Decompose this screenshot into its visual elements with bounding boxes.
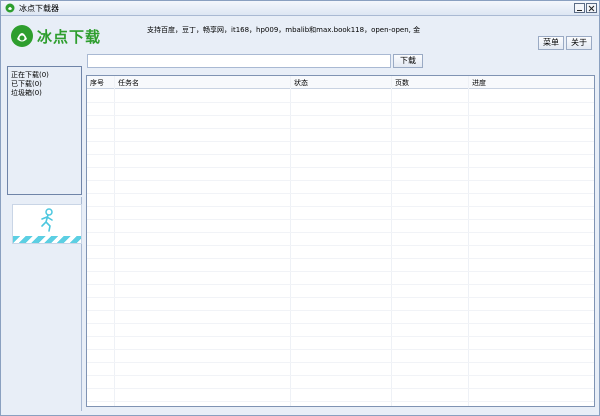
col-header-progress[interactable]: 进度 — [472, 78, 486, 88]
category-list: 正在下载(0) 已下载(0) 垃圾箱(0) — [7, 66, 82, 195]
logo-text: 冰点下载 — [37, 28, 102, 46]
table-row — [87, 232, 594, 233]
minimize-button[interactable] — [574, 3, 585, 13]
download-animation — [12, 204, 82, 244]
support-sites-text: 支持百度，豆丁，畅享网，it168，hp009，mbalib和max.book1… — [147, 26, 421, 34]
table-row — [87, 284, 594, 285]
col-header-pages[interactable]: 页数 — [395, 78, 409, 88]
close-button[interactable] — [586, 3, 597, 13]
table-row — [87, 310, 594, 311]
col-header-status[interactable]: 状态 — [294, 78, 308, 88]
progress-stripe — [13, 236, 81, 243]
app-logo-icon — [5, 3, 15, 13]
column-divider — [468, 76, 469, 406]
window-title: 冰点下载器 — [19, 4, 59, 13]
table-row — [87, 297, 594, 298]
table-row — [87, 115, 594, 116]
runner-icon — [41, 208, 53, 232]
logo-icon — [11, 25, 33, 47]
app-window: 冰点下载器 冰点下载 支持百度，豆丁，畅享网，it168，hp009，mbali… — [0, 0, 600, 416]
table-row — [87, 206, 594, 207]
column-divider — [290, 76, 291, 406]
left-lower-panel — [7, 197, 82, 411]
table-row — [87, 362, 594, 363]
table-row — [87, 323, 594, 324]
col-header-task-name[interactable]: 任务名 — [118, 78, 139, 88]
table-row — [87, 401, 594, 402]
table-row — [87, 375, 594, 376]
col-header-index[interactable]: 序号 — [90, 78, 104, 88]
about-button[interactable]: 关于 — [566, 36, 592, 50]
category-trash[interactable]: 垃圾箱(0) — [11, 88, 42, 98]
table-row — [87, 167, 594, 168]
download-button[interactable]: 下载 — [393, 54, 423, 68]
table-row — [87, 180, 594, 181]
title-bar[interactable]: 冰点下载器 — [1, 1, 599, 16]
table-row — [87, 349, 594, 350]
table-row — [87, 193, 594, 194]
header: 冰点下载 支持百度，豆丁，畅享网，it168，hp009，mbalib和max.… — [1, 17, 599, 54]
table-row — [87, 128, 594, 129]
table-row — [87, 271, 594, 272]
url-input[interactable] — [87, 54, 391, 68]
table-row — [87, 336, 594, 337]
table-row — [87, 245, 594, 246]
table-row — [87, 258, 594, 259]
table-row — [87, 388, 594, 389]
column-divider — [114, 76, 115, 406]
table-row — [87, 102, 594, 103]
column-divider — [391, 76, 392, 406]
table-header: 序号 任务名 状态 页数 进度 — [87, 76, 594, 89]
table-row — [87, 154, 594, 155]
main-panel: 下载 序号 任务名 状态 页数 进度 — [83, 54, 597, 412]
task-table: 序号 任务名 状态 页数 进度 — [86, 75, 595, 407]
menu-button[interactable]: 菜单 — [538, 36, 564, 50]
table-row — [87, 219, 594, 220]
table-row — [87, 141, 594, 142]
